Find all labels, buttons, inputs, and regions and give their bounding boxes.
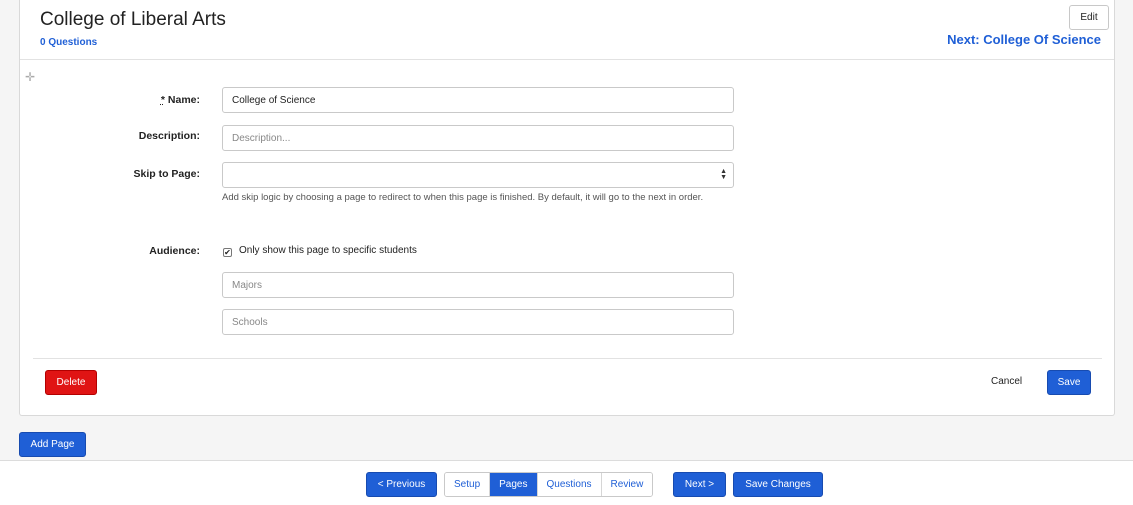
name-label: * Name: <box>20 94 200 106</box>
page-title: College of Liberal Arts <box>40 9 226 30</box>
skip-help-text: Add skip logic by choosing a page to red… <box>222 192 704 203</box>
skip-to-page-select[interactable]: ▲ ▼ <box>222 162 734 188</box>
name-input[interactable] <box>222 87 734 113</box>
cancel-button[interactable]: Cancel <box>991 376 1022 387</box>
page-card-header: College of Liberal Arts 0 Questions Edit… <box>20 0 1114 60</box>
step-tabs: Setup Pages Questions Review <box>444 472 654 497</box>
tab-review[interactable]: Review <box>601 473 653 496</box>
next-page-link[interactable]: Next: College Of Science <box>947 32 1101 47</box>
footer-nav: < Previous Setup Pages Questions Review … <box>0 460 1133 505</box>
name-label-text: Name: <box>164 94 200 106</box>
add-page-button[interactable]: Add Page <box>19 432 86 457</box>
tab-setup[interactable]: Setup <box>445 473 491 496</box>
save-changes-button[interactable]: Save Changes <box>733 472 823 497</box>
schools-input[interactable] <box>222 309 734 335</box>
skip-to-page-label: Skip to Page: <box>133 168 200 180</box>
select-arrows-icon: ▲ ▼ <box>720 168 727 181</box>
divider <box>33 358 1102 359</box>
drag-handle-icon[interactable]: ✛ <box>25 71 35 83</box>
previous-button[interactable]: < Previous <box>366 472 437 497</box>
checkmark-icon: ✔ <box>224 248 231 257</box>
page-card: College of Liberal Arts 0 Questions Edit… <box>19 0 1115 416</box>
majors-input[interactable] <box>222 272 734 298</box>
edit-button[interactable]: Edit <box>1069 5 1109 30</box>
delete-button[interactable]: Delete <box>45 370 97 395</box>
question-count[interactable]: 0 Questions <box>40 37 97 48</box>
audience-label: Audience: <box>149 245 200 257</box>
next-button[interactable]: Next > <box>673 472 726 497</box>
audience-checkbox-label[interactable]: Only show this page to specific students <box>239 245 417 256</box>
tab-pages[interactable]: Pages <box>490 473 538 496</box>
description-input[interactable] <box>222 125 734 151</box>
audience-checkbox[interactable]: ✔ <box>223 248 232 257</box>
save-button[interactable]: Save <box>1047 370 1091 395</box>
tab-questions[interactable]: Questions <box>537 473 602 496</box>
description-label: Description: <box>138 130 200 142</box>
